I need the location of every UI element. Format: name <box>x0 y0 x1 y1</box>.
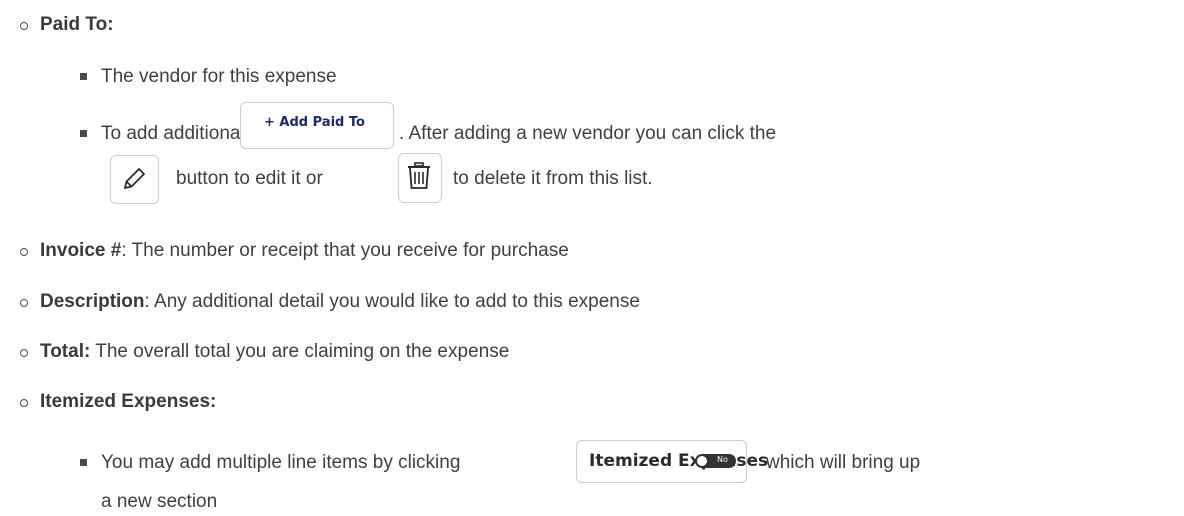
add-paid-to-label: + Add Paid To <box>264 115 365 130</box>
bullet-circle-icon <box>20 22 28 30</box>
bullet-circle-icon <box>20 248 28 256</box>
toggle-switch[interactable]: No <box>695 454 736 468</box>
bullet-square-icon <box>80 459 87 466</box>
bullet-circle-icon <box>20 299 28 307</box>
total-item: Total: The overall total you are claimin… <box>40 340 509 364</box>
itemized-text-before: You may add multiple line items by click… <box>101 452 461 473</box>
description-label: Description <box>40 291 145 312</box>
invoice-item: Invoice #: The number or receipt that yo… <box>40 239 569 263</box>
total-label: Total: <box>40 341 91 362</box>
bullet-circle-icon <box>20 349 28 357</box>
add-vendors-text-end: to delete it from this list. <box>453 168 653 189</box>
bullet-circle-icon <box>20 399 28 407</box>
pencil-icon <box>124 168 145 189</box>
bullet-square-icon <box>80 73 87 80</box>
vendor-desc-text: The vendor for this expense <box>101 66 337 87</box>
itemized-desc-item: You may add multiple line items by click… <box>101 451 460 475</box>
paid-to-item: Paid To: <box>40 13 114 37</box>
toggle-text: No <box>717 455 728 464</box>
paid-to-label: Paid To: <box>40 14 114 35</box>
toggle-knob <box>697 456 707 466</box>
add-vendors-after: . After adding a new vendor you can clic… <box>399 122 776 146</box>
delete-text: to delete it from this list. <box>453 167 653 191</box>
bullet-square-icon <box>80 130 87 137</box>
invoice-text: : The number or receipt that you receive… <box>121 240 569 261</box>
itemized-text-after: which will bring up <box>766 452 921 473</box>
itemized-button-label: Itemized Expenses <box>589 451 769 471</box>
itemized-after: which will bring up <box>766 451 920 475</box>
add-vendors-text-after: . After adding a new vendor you can clic… <box>399 123 777 144</box>
add-paid-to-button[interactable]: + Add Paid To <box>240 102 394 149</box>
itemized-item: Itemized Expenses: <box>40 390 216 414</box>
add-vendors-text-mid: button to edit it or <box>176 168 323 189</box>
vendor-desc-item: The vendor for this expense <box>101 65 337 89</box>
description-item: Description: Any additional detail you w… <box>40 290 640 314</box>
delete-button[interactable] <box>398 153 442 203</box>
total-text: The overall total you are claiming on th… <box>90 341 510 362</box>
itemized-text-cont: a new section <box>101 491 218 512</box>
itemized-label: Itemized Expenses: <box>40 391 217 412</box>
description-text: : Any additional detail you would like t… <box>144 291 640 312</box>
trash-icon <box>408 162 430 189</box>
edit-button[interactable] <box>110 155 159 204</box>
itemized-expenses-toggle-button[interactable]: Itemized Expenses No <box>576 440 768 483</box>
edit-text: button to edit it or <box>176 167 323 191</box>
invoice-label: Invoice # <box>40 240 122 261</box>
itemized-cont: a new section <box>101 490 217 514</box>
